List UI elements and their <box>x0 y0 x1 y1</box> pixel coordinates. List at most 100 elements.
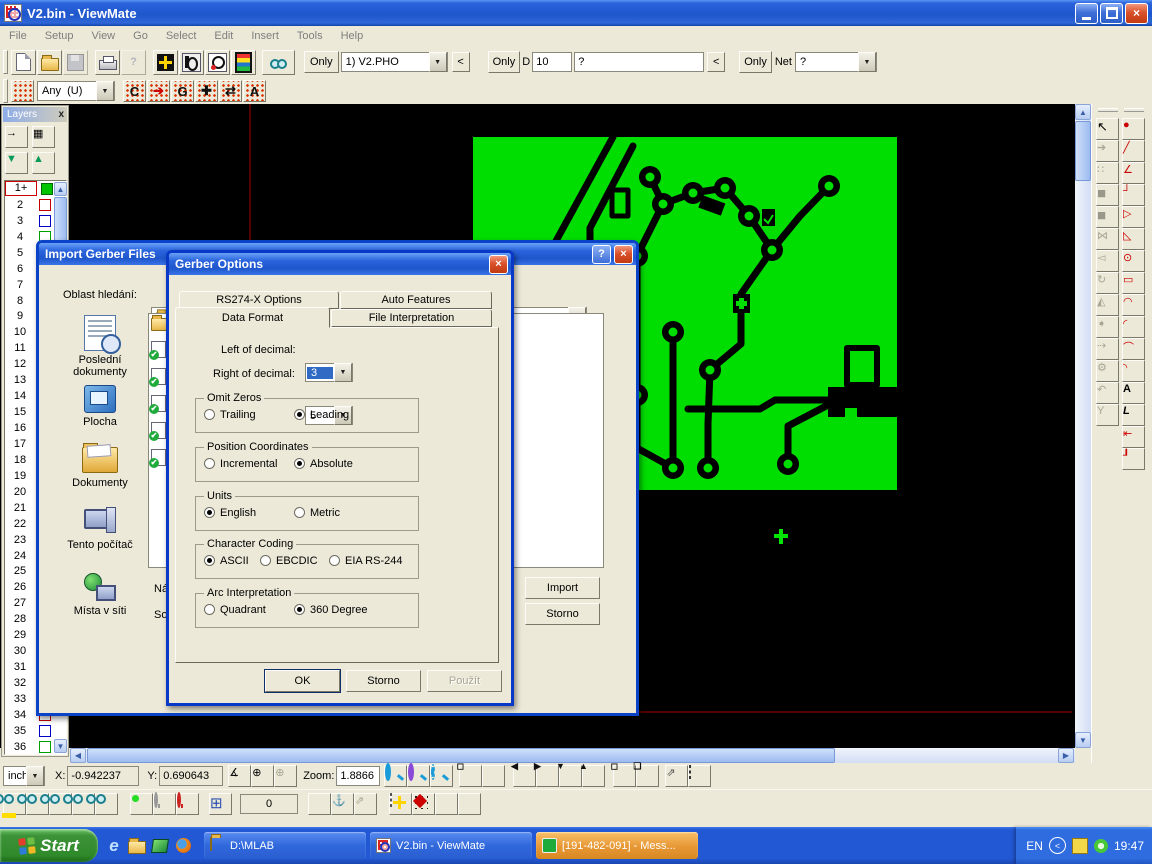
origin-snap-button[interactable]: ⊕ <box>274 765 297 787</box>
only-net-button[interactable]: Only <box>739 51 772 73</box>
cross-filter-button[interactable]: ✚ <box>195 80 218 102</box>
vector-path-button[interactable]: ⇗ <box>354 793 377 815</box>
stretch-diagonal-button[interactable]: ⇗ <box>665 765 688 787</box>
component-filter-button[interactable]: C <box>123 80 146 102</box>
lamp-off-button[interactable] <box>153 793 176 815</box>
draw-text-button[interactable]: A <box>1122 382 1145 404</box>
layer-number[interactable]: 28 <box>5 613 35 625</box>
menu-go[interactable]: Go <box>124 28 157 44</box>
net-combo-arrow[interactable]: ▼ <box>858 52 876 72</box>
menu-insert[interactable]: Insert <box>242 28 288 44</box>
menu-file[interactable]: File <box>0 28 36 44</box>
layer-number[interactable]: 1+ <box>5 181 37 196</box>
layers-scroll-up[interactable]: ▲ <box>54 182 67 196</box>
radio-absolute[interactable]: Absolute <box>294 458 353 470</box>
layer-number[interactable]: 19 <box>5 470 35 482</box>
layer-move-down-button[interactable]: ▼ <box>5 152 28 174</box>
layer-color-swatch[interactable] <box>41 183 53 195</box>
draw-circle-button[interactable]: ⊙ <box>1122 250 1145 272</box>
dcode-filter-input[interactable]: ? <box>574 52 704 72</box>
grid-toggle-button[interactable] <box>482 765 505 787</box>
dcode-input[interactable]: 10 <box>532 52 572 72</box>
layer-number[interactable]: 23 <box>5 534 35 546</box>
radio-english[interactable]: English <box>204 507 256 519</box>
ok-button[interactable]: OK <box>265 670 340 692</box>
layers-panel-titlebar[interactable]: Layers x <box>3 107 67 122</box>
layer-number[interactable]: 33 <box>5 693 35 705</box>
gerber-file-icon[interactable]: ✔ <box>151 449 166 466</box>
snap-grid-button[interactable] <box>308 793 331 815</box>
context-help-button[interactable]: ? <box>121 50 146 75</box>
layer-number[interactable]: 3 <box>5 215 35 227</box>
gerber-file-icon[interactable]: ✔ <box>151 341 166 358</box>
zoom-tool-button[interactable] <box>384 765 407 787</box>
goto-filter-button[interactable]: ➔ <box>147 80 170 102</box>
node-edit-button[interactable]: Y <box>1096 404 1119 426</box>
radio-360-degree[interactable]: 360 Degree <box>294 604 368 616</box>
layer-number[interactable]: 20 <box>5 486 35 498</box>
draw-arc-end-button[interactable]: ◝ <box>1122 360 1145 382</box>
import-help-button[interactable]: ? <box>592 245 611 264</box>
draw-polyline-button[interactable]: ∠ <box>1122 162 1145 184</box>
origin-button[interactable]: ⊕ <box>251 765 274 787</box>
radio-eia-rs244[interactable]: EIA RS-244 <box>329 555 402 567</box>
layer-number[interactable]: 24 <box>5 550 35 562</box>
tile-windows-button[interactable]: ⊞ <box>209 793 232 815</box>
scroll-down-button[interactable]: ▼ <box>1075 732 1091 748</box>
pad-plain-mode-button[interactable] <box>458 793 481 815</box>
fill-dark-button[interactable]: ■ <box>1096 184 1119 206</box>
select-cursor-button[interactable]: ↖ <box>1096 118 1119 140</box>
layer-number[interactable]: 35 <box>5 725 35 737</box>
rotate-object-button[interactable]: ↻ <box>1096 272 1119 294</box>
radio-metric[interactable]: Metric <box>294 507 340 519</box>
film-colors-button[interactable] <box>231 50 256 75</box>
selection-filter-button[interactable] <box>11 80 34 102</box>
quicklaunch-firefox-icon[interactable] <box>173 836 193 856</box>
layer-number[interactable]: 26 <box>5 581 35 593</box>
layer-number[interactable]: 34 <box>5 709 35 721</box>
layer-number[interactable]: 4 <box>5 231 35 243</box>
new-file-button[interactable] <box>11 50 36 75</box>
layer-number[interactable]: 5 <box>5 247 35 259</box>
left-of-decimal-combo[interactable]: 3 ▼ <box>305 363 353 382</box>
mirror-vertical-button[interactable]: ◅ <box>1096 250 1119 272</box>
draw-arc-point-button[interactable]: ▷ <box>1122 206 1145 228</box>
draw-rectangle-button[interactable]: ▭ <box>1122 272 1145 294</box>
lamp-outline-button[interactable] <box>176 793 199 815</box>
any-filter-arrow[interactable]: ▼ <box>96 81 114 101</box>
layer-number[interactable]: 21 <box>5 502 35 514</box>
tray-icq-icon[interactable] <box>1094 839 1108 853</box>
layer-color-swatch[interactable] <box>39 199 51 211</box>
close-button[interactable]: × <box>1125 3 1148 24</box>
layer-color-swatch[interactable] <box>39 215 51 227</box>
scroll-left-button[interactable]: ◀ <box>70 748 86 763</box>
draw-arc-start-button[interactable]: ◜ <box>1122 316 1145 338</box>
scroll-up-button[interactable]: ▲ <box>1075 104 1091 120</box>
layer-color-swatch[interactable] <box>39 725 51 737</box>
layer-move-up-button[interactable]: ▲ <box>32 152 55 174</box>
print-button[interactable] <box>95 50 120 75</box>
place-desktop[interactable]: Plocha <box>57 385 143 428</box>
layer-number[interactable]: 18 <box>5 454 35 466</box>
angle-measure-button[interactable]: ∡ <box>228 765 251 787</box>
layers-close-icon[interactable]: x <box>58 109 64 120</box>
apply-button[interactable]: Použít <box>427 670 502 692</box>
layer-number[interactable]: 6 <box>5 263 35 275</box>
draw-arc-chord-button[interactable]: ◠ <box>1122 294 1145 316</box>
vertical-scrollbar[interactable]: ▲ ▼ <box>1075 104 1091 748</box>
only-dcode-button[interactable]: Only <box>488 51 521 73</box>
layer-number[interactable]: 25 <box>5 565 35 577</box>
gerber-file-icon[interactable]: ✔ <box>151 395 166 412</box>
layer-number[interactable]: 9 <box>5 310 35 322</box>
horizontal-scrollbar[interactable]: ◀ ▶ <box>70 748 1075 763</box>
radio-ascii[interactable]: ASCII <box>204 555 249 567</box>
draw-path-button[interactable]: ┘ <box>1122 184 1145 206</box>
scroll-right-button[interactable]: ▶ <box>1058 748 1074 763</box>
gerber-cancel-button[interactable]: Storno <box>346 670 421 692</box>
menu-tools[interactable]: Tools <box>288 28 332 44</box>
quicklaunch-ie-icon[interactable]: e <box>104 836 124 856</box>
highlight-on-button[interactable] <box>130 793 153 815</box>
only-layer-button[interactable]: Only <box>304 51 339 73</box>
menu-view[interactable]: View <box>82 28 124 44</box>
layer-number[interactable]: 15 <box>5 406 35 418</box>
